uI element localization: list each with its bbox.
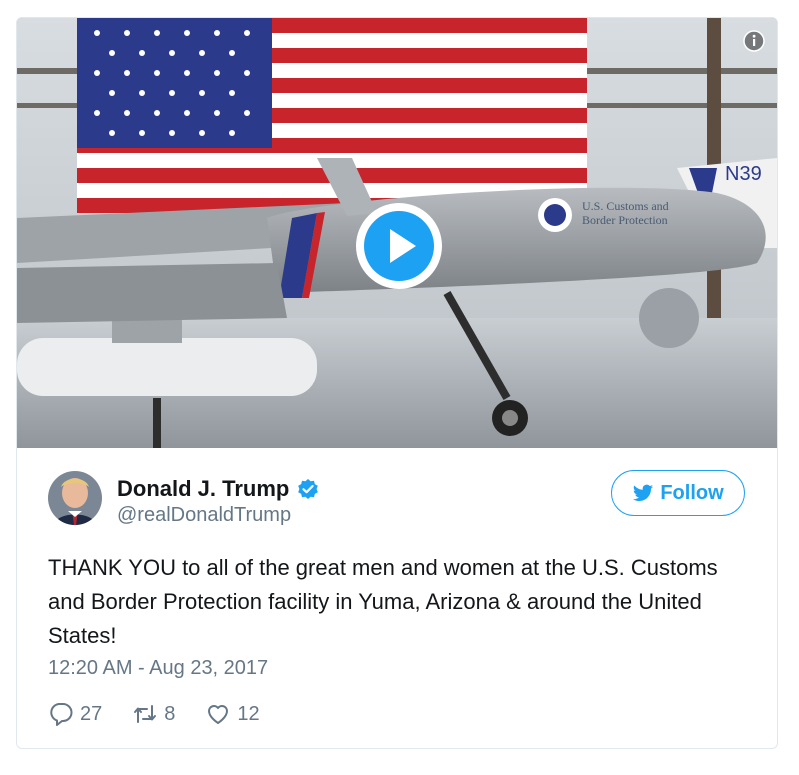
follow-button[interactable]: Follow — [611, 470, 745, 516]
tail-number: N39 — [725, 163, 762, 185]
reply-count: 27 — [80, 702, 103, 725]
tweet-card: N39 U.S. Customs and Border Protection D… — [16, 17, 778, 749]
like-icon — [208, 705, 229, 724]
tweet-text: THANK YOU to all of the great men and wo… — [48, 555, 718, 648]
avatar[interactable] — [48, 471, 102, 525]
author-name[interactable]: Donald J. Trump — [117, 476, 289, 502]
retweet-count: 8 — [164, 702, 176, 725]
retweet-button[interactable]: 8 — [132, 701, 175, 727]
plane-label-line1: U.S. Customs and — [582, 199, 669, 213]
follow-label: Follow — [660, 481, 724, 504]
author-row: Donald J. Trump — [117, 476, 319, 502]
tweet-header: Donald J. Trump @realDonaldTrump Follow — [17, 448, 777, 558]
info-icon[interactable] — [743, 30, 765, 52]
like-button[interactable]: 12 — [205, 701, 260, 727]
tweet-timestamp[interactable]: 12:20 AM - Aug 23, 2017 — [48, 657, 268, 680]
video-thumbnail[interactable]: N39 U.S. Customs and Border Protection — [17, 18, 777, 448]
retweet-icon — [134, 705, 157, 723]
play-icon[interactable] — [354, 201, 444, 291]
tweet-actions: 27 8 12 — [48, 700, 290, 728]
like-count: 12 — [237, 702, 260, 725]
twitter-bird-icon — [633, 484, 654, 501]
reply-button[interactable]: 27 — [48, 701, 102, 727]
verified-badge-icon — [297, 478, 319, 500]
plane-label-line2: Border Protection — [582, 213, 668, 227]
reply-icon — [50, 703, 73, 726]
author-handle[interactable]: @realDonaldTrump — [117, 504, 291, 527]
